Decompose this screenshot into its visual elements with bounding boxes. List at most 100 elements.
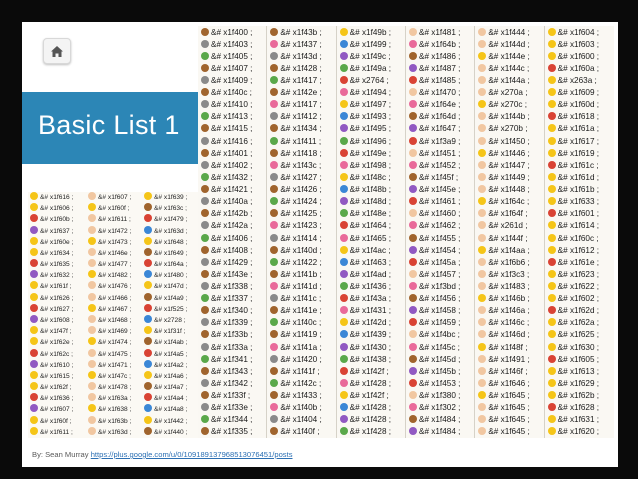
emoji-icon	[88, 225, 96, 234]
emoji-icon	[409, 124, 417, 133]
emoji-code-entry: &# x1f64c ;	[478, 196, 529, 207]
emoji-code-entry: &# x1f405 ;	[201, 51, 252, 62]
emoji-code-text: &# x1f404 ;	[280, 415, 322, 425]
emoji-code-entry: &# x1f342 ;	[201, 378, 252, 389]
emoji-code-text: &# x1f610 ;	[40, 361, 74, 369]
emoji-code-text: &# x1f337 ;	[211, 294, 253, 304]
emoji-icon	[409, 294, 417, 303]
emoji-icon	[339, 306, 348, 315]
emoji-code-entry: &# x1f416 ;	[201, 136, 252, 147]
emoji-code-entry: &# x1f610 ;	[30, 359, 74, 371]
emoji-code-entry: &# x1f43a ;	[339, 293, 391, 304]
emoji-code-entry: &# x1f633 ;	[547, 196, 599, 207]
emoji-code-text: &# x1f602 ;	[557, 294, 600, 304]
emoji-icon	[201, 100, 209, 109]
emoji-icon	[478, 403, 487, 412]
emoji-code-entry: &# x1f452 ;	[409, 160, 460, 171]
emoji-code-text: &# x1f631 ;	[557, 415, 600, 425]
emoji-code-text: &# x1f645 ;	[488, 415, 530, 425]
emoji-code-text: &# x1f45b ;	[419, 366, 461, 376]
emoji-code-text: &# x1f470 ;	[419, 88, 461, 98]
emoji-code-text: &# x263a ;	[557, 75, 597, 85]
emoji-code-entry: &# x1f439 ;	[339, 329, 391, 340]
emoji-code-entry: &# x1f45b ;	[409, 366, 460, 377]
emoji-icon	[270, 330, 279, 339]
emoji-icon	[201, 257, 209, 266]
emoji-code-entry: &# x1f45c ;	[409, 342, 460, 353]
emoji-code-entry: &# x1f469 ;	[88, 326, 131, 337]
emoji-icon	[547, 136, 556, 145]
footer-author: By: Sean Murray	[32, 450, 89, 459]
emoji-code-text: &# x1f4bc ;	[419, 330, 460, 340]
emoji-code-text: &# x1f62c ;	[40, 350, 73, 358]
emoji-code-text: &# x1f64f ;	[488, 209, 528, 219]
emoji-code-entry: &# x1f440 ;	[144, 426, 187, 438]
emoji-code-entry: &# x1f414 ;	[270, 233, 322, 244]
emoji-code-entry: &# x1f48e ;	[339, 208, 391, 219]
emoji-code-entry: &# x1f637 ;	[30, 225, 73, 237]
emoji-code-text: &# x1f415 ;	[211, 124, 253, 134]
emoji-code-entry: &# x1f647 ;	[409, 123, 460, 134]
grid-column-divider	[335, 26, 337, 438]
emoji-code-entry: &# x1f482 ;	[88, 270, 131, 281]
emoji-icon	[409, 172, 417, 181]
emoji-code-text: &# x1f426 ;	[280, 185, 322, 195]
emoji-code-text: &# x2728 ;	[154, 317, 186, 324]
emoji-code-entry: &# x1f614 ;	[547, 220, 599, 231]
emoji-code-text: &# x1f42a ;	[211, 221, 253, 231]
emoji-code-text: &# x1f464 ;	[349, 221, 392, 231]
emoji-code-entry: &# x1f645 ;	[478, 390, 530, 401]
emoji-icon	[409, 366, 417, 375]
emoji-code-text: &# x1f630 ;	[557, 342, 600, 352]
emoji-code-entry: &# x1f480 ;	[144, 270, 187, 281]
emoji-code-entry: &# x1f48c ;	[339, 172, 391, 183]
emoji-code-text: &# x1f429 ;	[211, 257, 253, 267]
slide: Basic List 1 &# x1f400 ; &# x1f403 ; &# x1…	[0, 0, 638, 479]
emoji-code-entry: &# x1f462 ;	[409, 220, 460, 231]
emoji-code-entry: &# x1f466 ;	[88, 292, 131, 304]
emoji-code-text: &# x1f3bd ;	[419, 281, 461, 291]
emoji-code-text: &# x1f60d ;	[557, 100, 600, 110]
emoji-code-entry: &# x1f46e ;	[88, 247, 132, 259]
emoji-code-text: &# x1f343 ;	[211, 366, 253, 376]
footer-link[interactable]: https://plus.google.com/u/0/109189137968…	[91, 450, 293, 459]
emoji-code-text: &# x1f338 ;	[211, 281, 253, 291]
emoji-icon	[30, 315, 38, 323]
emoji-icon	[409, 197, 417, 206]
emoji-code-text: &# x1f471 ;	[98, 361, 132, 369]
emoji-code-entry: &# x1f44d ;	[478, 39, 530, 50]
emoji-code-entry: &# x1f447 ;	[478, 160, 530, 171]
emoji-icon	[144, 281, 152, 290]
emoji-code-text: &# x1f46e ;	[98, 249, 132, 257]
emoji-code-text: &# x1f475 ;	[98, 350, 132, 358]
emoji-code-entry: &# x1f600 ;	[547, 51, 599, 62]
emoji-code-entry: &# x2764 ;	[339, 75, 389, 86]
emoji-icon	[339, 294, 348, 303]
emoji-icon	[88, 404, 96, 413]
emoji-code-text: &# x1f645 ;	[488, 427, 530, 437]
emoji-icon	[478, 112, 487, 121]
emoji-icon	[88, 281, 96, 290]
emoji-code-entry: &# x1f628 ;	[547, 402, 599, 413]
emoji-code-text: &# x1f495 ;	[349, 124, 392, 134]
emoji-code-entry: &# x1f42a ;	[201, 220, 252, 231]
emoji-code-text: &# x1f45a ;	[419, 257, 461, 267]
emoji-code-text: &# x1f43c ;	[280, 160, 322, 170]
emoji-code-text: &# x1f645 ;	[488, 391, 530, 401]
emoji-code-text: &# x1f40c ;	[211, 88, 252, 98]
emoji-code-entry: &# x1f444 ;	[478, 27, 530, 38]
emoji-code-entry: &# x1f629 ;	[547, 378, 599, 389]
emoji-code-text: &# x1f483 ;	[488, 281, 530, 291]
emoji-code-text: &# x1f622 ;	[557, 281, 600, 291]
emoji-code-entry: &# x1f3c3 ;	[478, 269, 529, 280]
home-button[interactable]	[43, 38, 71, 64]
emoji-code-entry: &# x1f428 ;	[339, 378, 391, 389]
emoji-icon	[409, 160, 417, 169]
emoji-code-text: &# x1f47c ;	[98, 372, 131, 380]
emoji-code-text: &# x1f494 ;	[349, 88, 392, 98]
emoji-code-text: &# x1f4ad ;	[349, 269, 392, 279]
emoji-code-entry: &# x1f402 ;	[201, 160, 252, 171]
emoji-code-text: &# x1f619 ;	[557, 148, 600, 158]
emoji-icon	[270, 294, 279, 303]
emoji-code-text: &# x1f606 ;	[40, 205, 74, 213]
